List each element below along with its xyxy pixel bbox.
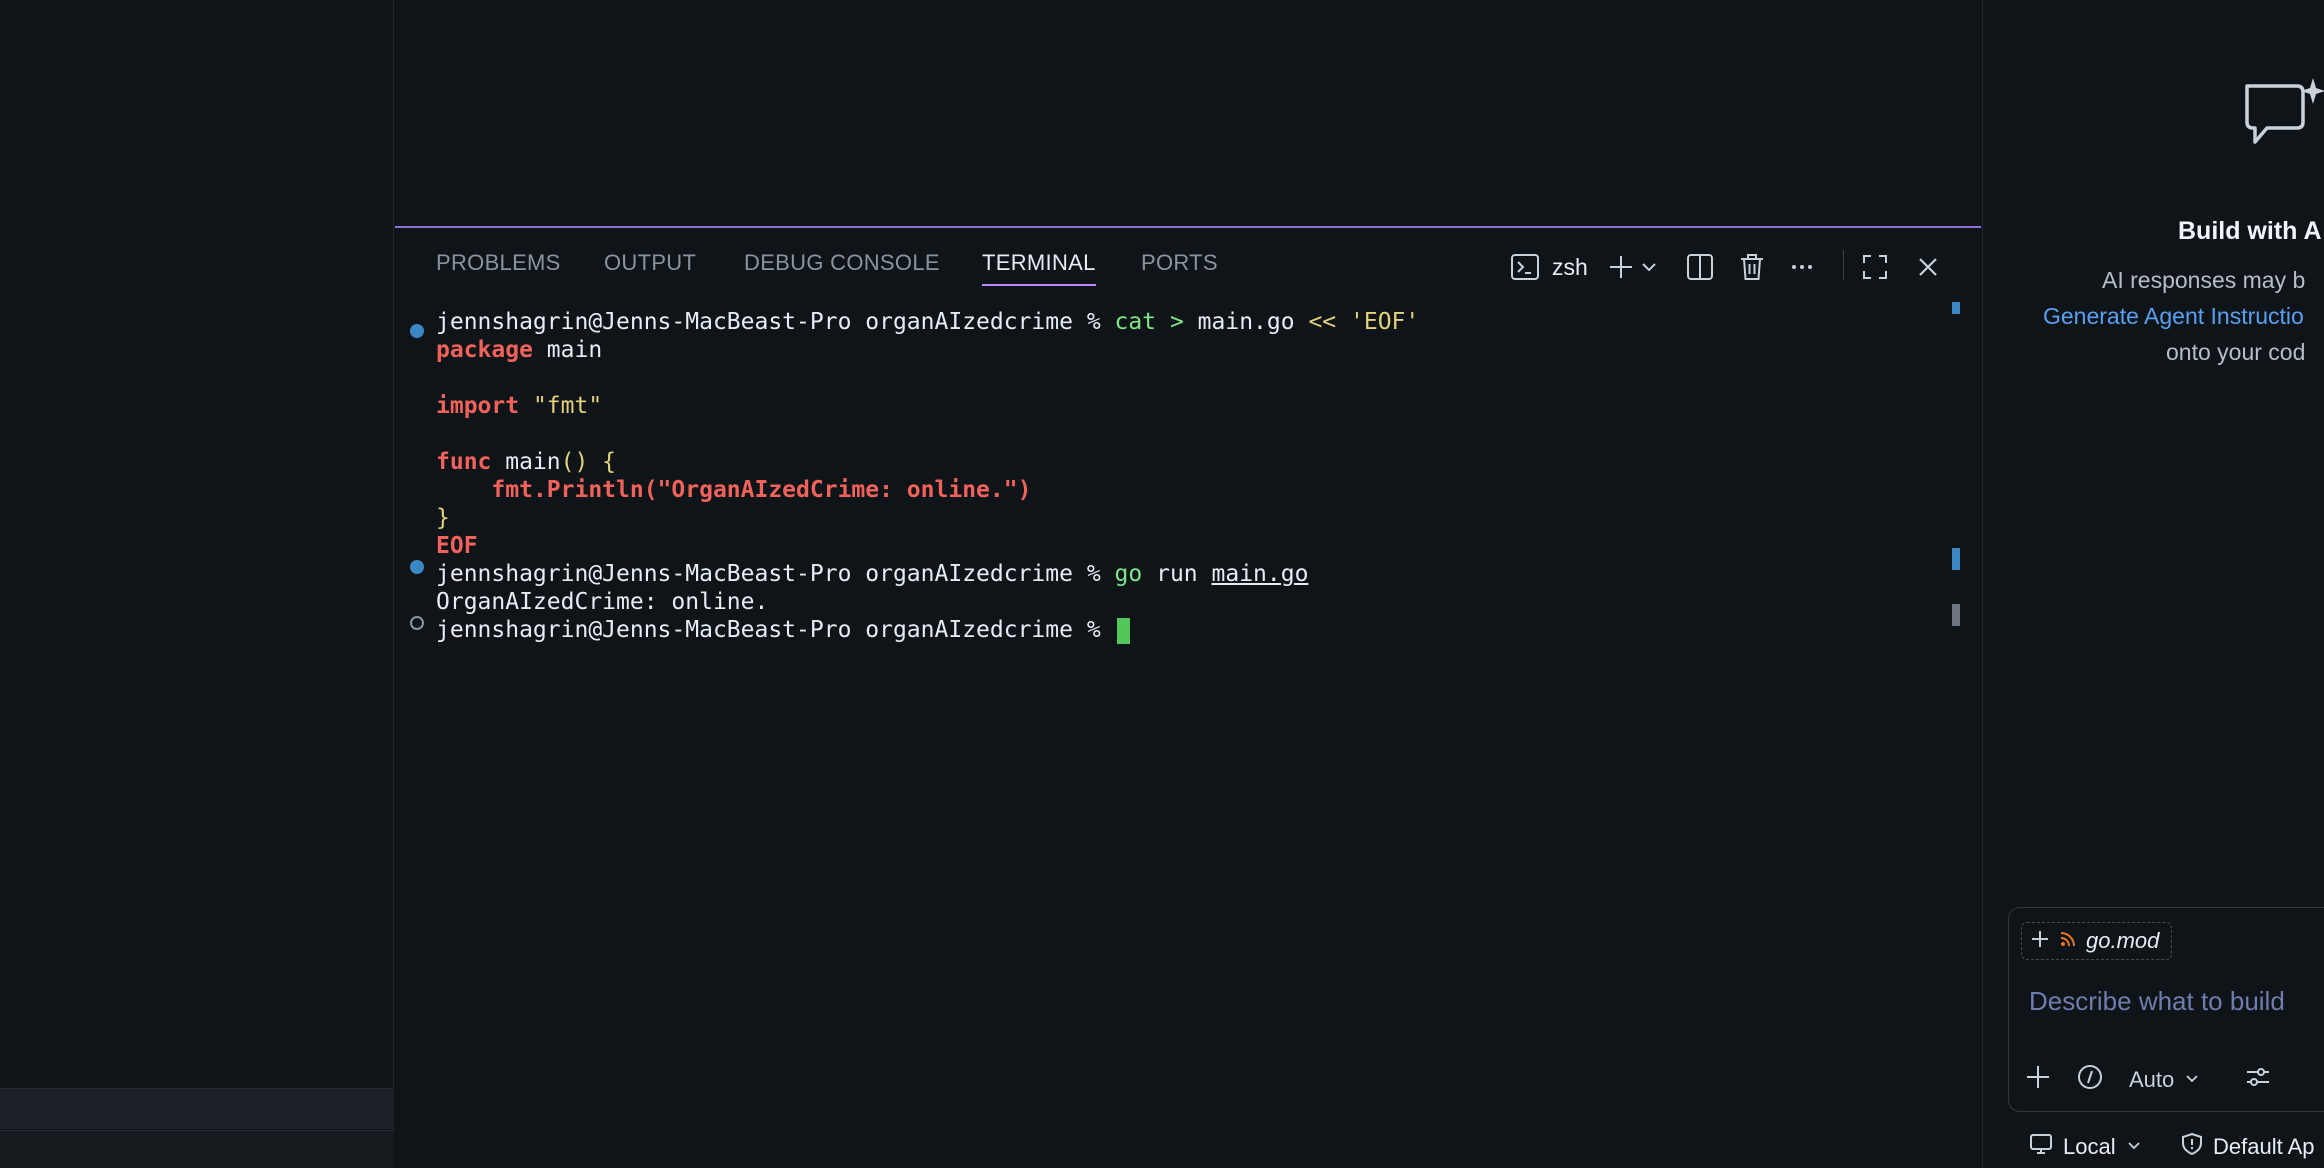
command-arg: run bbox=[1156, 561, 1198, 587]
redirect-operator: > bbox=[1169, 309, 1184, 335]
terminal-icon bbox=[1510, 252, 1540, 282]
plus-icon bbox=[1607, 253, 1635, 281]
terminal-prompt: jennshagrin@Jenns-MacBeast-Pro organAIze… bbox=[436, 309, 1101, 335]
terminal-line: jennshagrin@Jenns-MacBeast-Pro organAIze… bbox=[436, 616, 1130, 644]
approval-mode-dropdown[interactable]: Default Ap bbox=[2181, 1132, 2315, 1162]
command-name: cat bbox=[1114, 309, 1157, 335]
terminal-profile-dropdown[interactable] bbox=[1639, 250, 1659, 284]
heredoc-operator: << bbox=[1308, 309, 1337, 335]
add-context-button[interactable] bbox=[2025, 1064, 2051, 1096]
chevron-down-icon bbox=[2126, 1134, 2142, 1160]
terminal-prompt: jennshagrin@Jenns-MacBeast-Pro organAIze… bbox=[436, 561, 1101, 587]
tab-terminal[interactable]: TERMINAL bbox=[982, 250, 1096, 286]
code-mode-button[interactable] bbox=[2077, 1064, 2103, 1096]
local-target-dropdown[interactable]: Local bbox=[2029, 1132, 2142, 1162]
tab-output[interactable]: OUTPUT bbox=[604, 250, 696, 286]
command-success-dot[interactable] bbox=[410, 560, 424, 574]
keyword-func: func bbox=[436, 449, 492, 475]
split-terminal-button[interactable] bbox=[1685, 250, 1715, 284]
chat-sparkle-icon bbox=[2241, 76, 2324, 161]
close-icon bbox=[1915, 254, 1941, 280]
more-actions-button[interactable] bbox=[1789, 250, 1815, 284]
sidebar-footer bbox=[0, 1130, 394, 1168]
code-icon bbox=[2077, 1064, 2103, 1096]
command-pending-dot[interactable] bbox=[410, 616, 424, 630]
split-icon bbox=[1685, 252, 1715, 282]
terminal-output: OrganAIzedCrime: online. bbox=[436, 589, 769, 615]
mode-label: Auto bbox=[2129, 1067, 2175, 1092]
import-path: "fmt" bbox=[519, 393, 603, 419]
bottom-panel: PROBLEMS OUTPUT DEBUG CONSOLE TERMINAL P… bbox=[395, 226, 1981, 1168]
func-name: main bbox=[491, 449, 561, 475]
trash-icon bbox=[1738, 252, 1766, 282]
plus-icon bbox=[2025, 1064, 2051, 1096]
chat-subtitle: AI responses may b bbox=[2102, 267, 2306, 293]
chevron-down-icon bbox=[1639, 257, 1659, 277]
chat-title: Build with A bbox=[2178, 217, 2322, 245]
new-terminal-button[interactable] bbox=[1607, 250, 1635, 284]
shell-label: zsh bbox=[1552, 253, 1588, 280]
kill-terminal-button[interactable] bbox=[1738, 250, 1766, 284]
command-arg: main.go bbox=[1197, 309, 1295, 335]
maximize-panel-button[interactable] bbox=[1861, 250, 1889, 284]
sidebar bbox=[0, 0, 394, 1168]
terminal-line: package main bbox=[436, 336, 602, 364]
toolbar-separator bbox=[1843, 250, 1844, 280]
terminal-line: import "fmt" bbox=[436, 392, 602, 420]
terminal-line: jennshagrin@Jenns-MacBeast-Pro organAIze… bbox=[436, 308, 1419, 336]
model-mode-dropdown[interactable]: Auto bbox=[2129, 1064, 2200, 1096]
func-signature: () { bbox=[560, 449, 617, 475]
file-link[interactable]: main.go bbox=[1212, 561, 1309, 587]
terminal-view[interactable]: jennshagrin@Jenns-MacBeast-Pro organAIze… bbox=[395, 302, 1960, 1108]
keyword-package: package bbox=[436, 337, 533, 363]
rss-icon bbox=[2060, 931, 2076, 952]
panel-tab-bar: PROBLEMS OUTPUT DEBUG CONSOLE TERMINAL P… bbox=[395, 228, 1981, 298]
monitor-icon bbox=[2029, 1132, 2053, 1162]
terminal-shell-selector[interactable]: zsh bbox=[1510, 250, 1588, 284]
tab-ports[interactable]: PORTS bbox=[1141, 250, 1218, 286]
terminal-line: } bbox=[436, 505, 450, 531]
keyword-import: import bbox=[436, 393, 520, 419]
maximize-icon bbox=[1861, 253, 1889, 281]
plus-icon[interactable] bbox=[2030, 929, 2050, 954]
context-file-chip[interactable]: go.mod bbox=[2021, 922, 2173, 960]
sliders-icon bbox=[2245, 1064, 2271, 1096]
chat-subtitle-2: onto your cod bbox=[2166, 339, 2306, 365]
chevron-down-icon bbox=[2184, 1067, 2200, 1093]
approval-label: Default Ap bbox=[2213, 1134, 2315, 1159]
tab-problems[interactable]: PROBLEMS bbox=[436, 250, 561, 286]
terminal-line: func main() { bbox=[436, 448, 616, 476]
scrollbar-marker bbox=[1952, 604, 1960, 626]
sidebar-section-header[interactable] bbox=[0, 1088, 394, 1129]
shield-icon bbox=[2181, 1132, 2203, 1162]
tab-debug-console[interactable]: DEBUG CONSOLE bbox=[744, 250, 940, 286]
more-icon bbox=[1789, 254, 1815, 280]
chat-settings-button[interactable] bbox=[2245, 1064, 2271, 1096]
chat-prompt-input[interactable] bbox=[2029, 986, 2324, 1017]
terminal-cursor bbox=[1116, 617, 1130, 644]
generate-instructions-link[interactable]: Generate Agent Instructio bbox=[2043, 303, 2304, 330]
editor-area[interactable] bbox=[395, 0, 1981, 226]
terminal-line: fmt.Println("OrganAIzedCrime: online.") bbox=[436, 477, 1032, 503]
chat-input-box: go.mod Auto bbox=[2008, 907, 2324, 1112]
scrollbar-marker bbox=[1952, 548, 1960, 570]
command-success-dot[interactable] bbox=[410, 324, 424, 338]
command-name: go bbox=[1114, 561, 1143, 587]
context-file-name: go.mod bbox=[2086, 928, 2160, 953]
terminal-line: jennshagrin@Jenns-MacBeast-Pro organAIze… bbox=[436, 560, 1308, 588]
package-name: main bbox=[532, 337, 603, 363]
scrollbar-marker bbox=[1952, 302, 1960, 314]
close-panel-button[interactable] bbox=[1915, 250, 1941, 284]
heredoc-delimiter: 'EOF' bbox=[1350, 309, 1420, 335]
chat-panel: Build with A AI responses may b Generate… bbox=[1982, 0, 2324, 1168]
terminal-line: EOF bbox=[436, 533, 478, 559]
local-label: Local bbox=[2063, 1134, 2116, 1159]
terminal-prompt: jennshagrin@Jenns-MacBeast-Pro organAIze… bbox=[436, 617, 1101, 643]
